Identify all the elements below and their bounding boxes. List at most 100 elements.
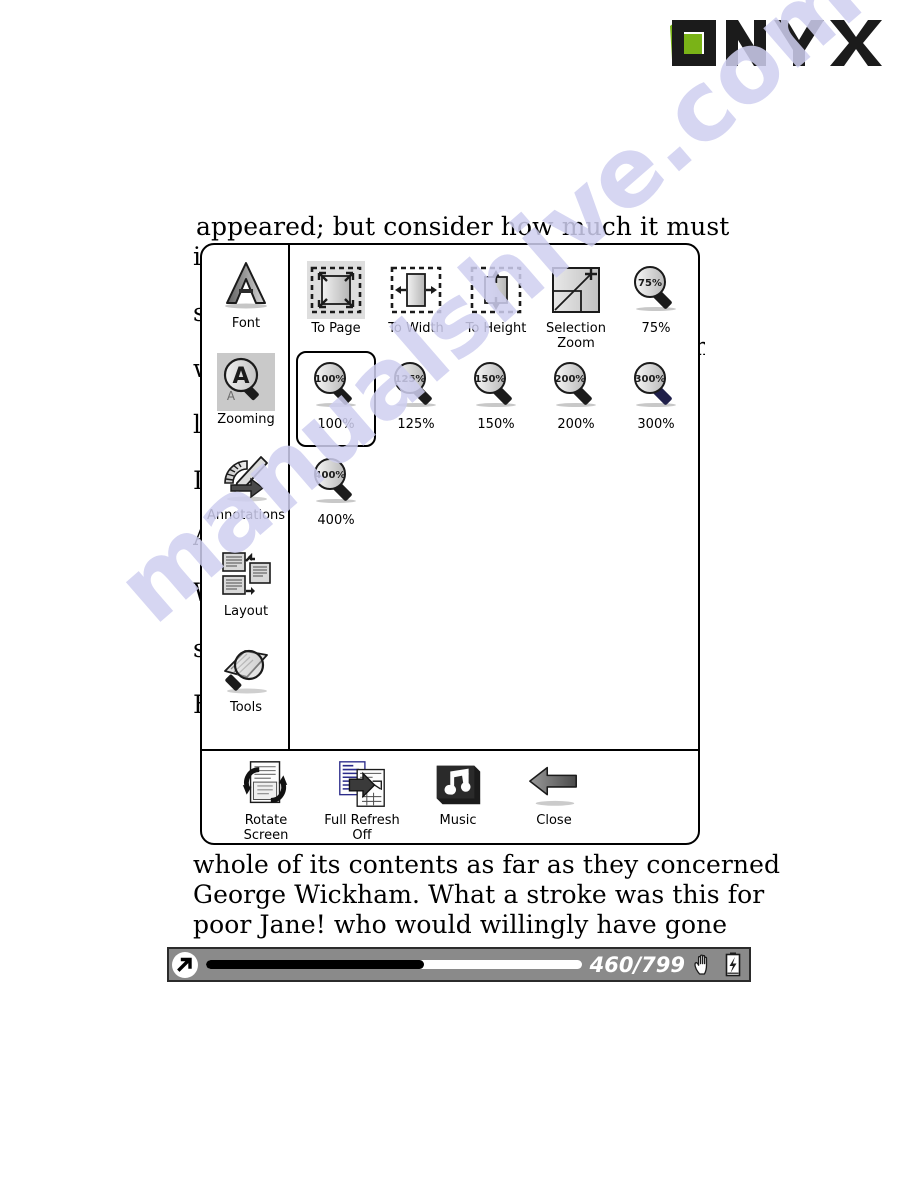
zoom-option-100pct[interactable]: 100% 100% [296,351,376,447]
magnifier-400-icon-wrap: 400% [307,453,365,511]
menu-category-label: Annotations [206,508,286,523]
selection-zoom-icon [552,267,600,313]
toolbar-label: Full Refresh Off [324,813,400,843]
reading-progress-bar[interactable] [206,960,582,969]
zoom-option-row: 400% 400% [296,447,698,543]
magnifier-125-icon-wrap: 125% [387,357,445,415]
zoom-option-row: To Page To Width To Height Selection Zoom 75%… [296,255,698,351]
toolbar-rotate-screen[interactable]: Rotate Screen [218,759,314,843]
rotate-screen-icon [242,761,288,804]
magnifier-300-icon-wrap: 300% [627,357,685,415]
zoom-options-grid: To Page To Width To Height Selection Zoom 75%… [290,245,698,749]
menu-category-rail: Font A A Zooming Annotations Layout Tools [202,245,290,749]
logo-letter-x [830,20,882,66]
fit-to-height-icon-wrap [467,261,525,319]
zoom-option-label: 150% [477,417,515,432]
magnifier-400-icon: 400% [314,458,356,503]
music-icon [436,765,481,805]
magnifier-125-icon: 125% [394,362,436,407]
reading-progress-fill [206,960,424,969]
zoom-option-selection-zoom[interactable]: Selection Zoom [536,255,616,351]
annotations-icon [224,456,268,502]
full-refresh-icon-wrap [334,759,390,811]
page-text-line: whole of its contents as far as they con… [193,850,781,879]
menu-category-annotations[interactable]: Annotations [202,449,290,545]
magnifier-75-icon-wrap: 75% [627,261,685,319]
magnifier-100-icon: 100% [314,362,356,407]
menu-category-label: Layout [223,604,269,619]
arrow-up-right-icon[interactable] [170,950,200,980]
logo-letter-n [726,20,766,66]
toolbar-close[interactable]: Close [506,759,602,828]
magnifier-200-icon-wrap: 200% [547,357,605,415]
zoom-option-label: 100% [317,417,355,432]
magnifier-100-icon-wrap: 100% [307,357,365,415]
toolbar-label: Close [536,813,572,828]
magnifier-150-icon-wrap: 150% [467,357,525,415]
zoom-option-to-page[interactable]: To Page [296,255,376,351]
rotate-screen-icon-wrap [238,759,294,811]
svg-text:125%: 125% [395,374,426,385]
font-icon-wrap [217,257,275,315]
music-icon-wrap [430,759,486,811]
reader-status-bar: 460/799 [167,947,751,982]
zoom-option-label: 200% [557,417,595,432]
menu-category-font[interactable]: Font [202,257,290,353]
font-icon [225,262,267,309]
layout-icon-wrap [217,545,275,603]
zoom-option-75pct[interactable]: 75% 75% [616,255,696,351]
svg-text:200%: 200% [555,374,586,385]
zoom-option-label: 400% [317,513,355,528]
tools-icon-wrap [217,641,275,699]
menu-panel-body: Font A A Zooming Annotations Layout Tools To P… [202,245,698,749]
toolbar-label: Music [439,813,477,828]
magnifier-75-icon: 75% [634,266,676,311]
zoom-option-label: 300% [637,417,675,432]
hand-icon[interactable] [691,951,717,979]
page-counter: 460/799 [589,952,685,977]
zoom-option-label: Selection Zoom [546,321,606,351]
page-text-line: appeared; but consider how much it must [196,212,730,241]
toolbar-label: Rotate Screen [243,813,289,843]
toolbar-music[interactable]: Music [410,759,506,828]
zooming-icon: AA [223,357,259,403]
zoom-option-400pct[interactable]: 400% 400% [296,447,376,543]
magnifier-150-icon: 150% [474,362,516,407]
fit-to-page-icon-wrap [307,261,365,319]
logo-letter-y [774,20,824,66]
zoom-option-to-height[interactable]: To Height [456,255,536,351]
magnifier-200-icon: 200% [554,362,596,407]
menu-bottom-toolbar: Rotate Screen Full Refresh Off Music Close [202,749,698,843]
page-text-line: George Wickham. What a stroke was this f… [193,880,765,909]
full-refresh-icon [339,761,385,807]
zoom-option-200pct[interactable]: 200% 200% [536,351,616,447]
zoom-option-label: To Height [465,321,527,336]
svg-text:A: A [227,389,236,403]
tools-icon [224,649,268,694]
back-arrow-icon [529,766,577,806]
svg-text:150%: 150% [475,374,506,385]
zooming-icon-wrap: AA [217,353,275,411]
battery-charging-icon [725,952,741,976]
onyx-logo [670,20,882,66]
toolbar-full-refresh-off[interactable]: Full Refresh Off [314,759,410,843]
menu-category-tools[interactable]: Tools [202,641,290,737]
zoom-option-to-width[interactable]: To Width [376,255,456,351]
svg-text:300%: 300% [635,374,666,385]
zoom-option-label: 125% [397,417,435,432]
fit-to-page-icon [310,266,362,314]
menu-category-layout[interactable]: Layout [202,545,290,641]
zoom-option-125pct[interactable]: 125% 125% [376,351,456,447]
svg-text:400%: 400% [315,470,346,481]
fit-to-height-icon [470,266,522,314]
selection-zoom-icon-wrap [547,261,605,319]
zoom-option-300pct[interactable]: 300% 300% [616,351,696,447]
zoom-option-row: 100% 100% 125% 125% 150% 150% 200% 200% 300% 300% [296,351,698,447]
back-arrow-icon-wrap [526,759,582,811]
menu-category-zooming[interactable]: A A Zooming [202,353,290,449]
annotations-icon-wrap [217,449,275,507]
svg-text:A: A [232,364,249,389]
zoom-option-label: To Page [311,321,361,336]
zoom-option-150pct[interactable]: 150% 150% [456,351,536,447]
menu-category-label: Font [231,316,261,331]
